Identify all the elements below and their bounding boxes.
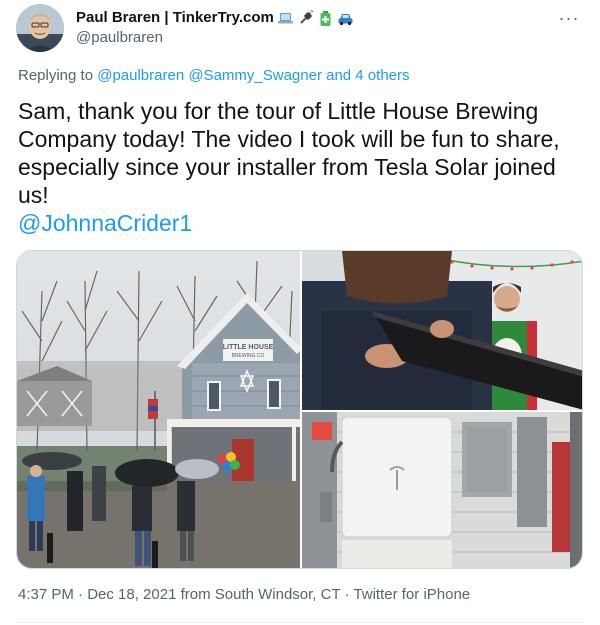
- powerwall-battery-photo[interactable]: [302, 412, 582, 568]
- author-names: Paul Braren | TinkerTry.com @paulbraren: [76, 8, 354, 48]
- plug-icon: [297, 9, 314, 27]
- tweet-mention-link[interactable]: @JohnnaCrider1: [18, 209, 192, 237]
- more-options-button[interactable]: ···: [554, 8, 584, 28]
- replying-to-mentions[interactable]: @paulbraren @Sammy_Swagner and 4 others: [97, 67, 409, 84]
- ellipsis-icon: ···: [558, 7, 580, 28]
- media-grid: LITTLE HOUSE BREWING CO: [16, 250, 583, 569]
- tweet-card: Paul Braren | TinkerTry.com @paulbraren …: [0, 0, 600, 625]
- author-handle[interactable]: @paulbraren: [76, 28, 354, 48]
- brewery-sign-line1: LITTLE HOUSE: [223, 344, 274, 351]
- avatar[interactable]: [16, 4, 64, 52]
- replying-to-label: Replying to: [18, 67, 98, 84]
- brewery-exterior-photo[interactable]: LITTLE HOUSE BREWING CO: [17, 251, 300, 568]
- display-name[interactable]: Paul Braren | TinkerTry.com: [76, 8, 274, 28]
- laptop-icon: [277, 10, 294, 27]
- brewery-sign-line2: BREWING CO: [232, 353, 265, 359]
- display-name-row[interactable]: Paul Braren | TinkerTry.com: [76, 8, 354, 28]
- battery-icon: [317, 10, 334, 27]
- solar-panel-demo-photo[interactable]: [302, 251, 582, 410]
- tweet-text: Sam, thank you for the tour of Little Ho…: [18, 98, 560, 208]
- replying-to: Replying to @paulbraren @Sammy_Swagner a…: [18, 67, 410, 84]
- tweet-metadata[interactable]: 4:37 PM · Dec 18, 2021 from South Windso…: [18, 586, 470, 603]
- tweet-header: Paul Braren | TinkerTry.com @paulbraren …: [16, 4, 584, 52]
- car-icon: [337, 10, 354, 27]
- divider: [16, 622, 584, 623]
